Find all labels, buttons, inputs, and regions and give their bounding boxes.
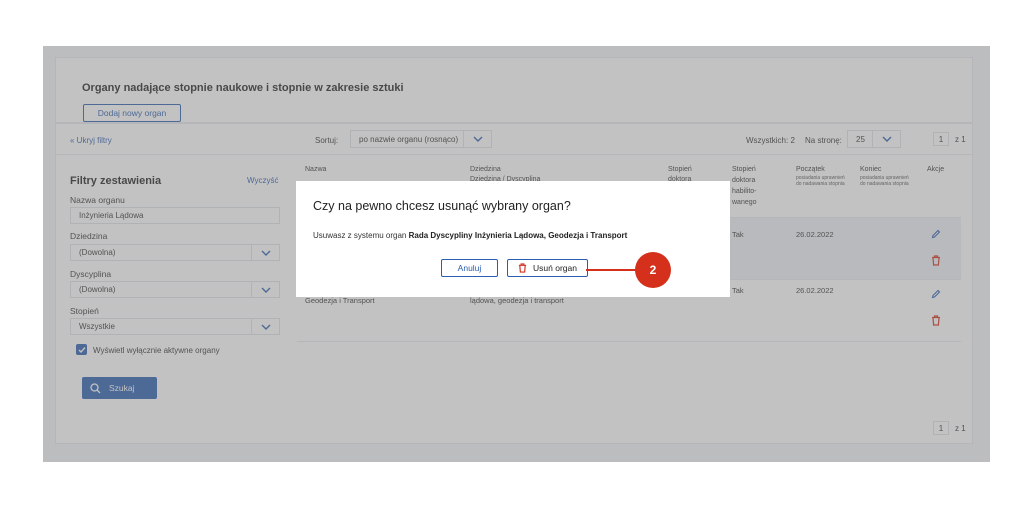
- dialog-organ-name: Rada Dyscypliny Inżynieria Lądowa, Geode…: [408, 231, 628, 240]
- trash-icon: [518, 263, 527, 273]
- delete-organ-button[interactable]: Usuń organ: [507, 259, 588, 277]
- callout-pointer: [586, 269, 638, 271]
- dialog-message-prefix: Usuwasz z systemu organ: [313, 231, 409, 240]
- dialog-message: Usuwasz z systemu organ Rada Dyscypliny …: [313, 231, 627, 240]
- cancel-button[interactable]: Anuluj: [441, 259, 498, 277]
- app-window: Organy nadające stopnie naukowe i stopni…: [43, 46, 990, 462]
- delete-organ-label: Usuń organ: [533, 263, 577, 273]
- screenshot-stage: Organy nadające stopnie naukowe i stopni…: [0, 0, 1024, 515]
- step-callout-badge: 2: [635, 252, 671, 288]
- dialog-title: Czy na pewno chcesz usunąć wybrany organ…: [313, 199, 571, 213]
